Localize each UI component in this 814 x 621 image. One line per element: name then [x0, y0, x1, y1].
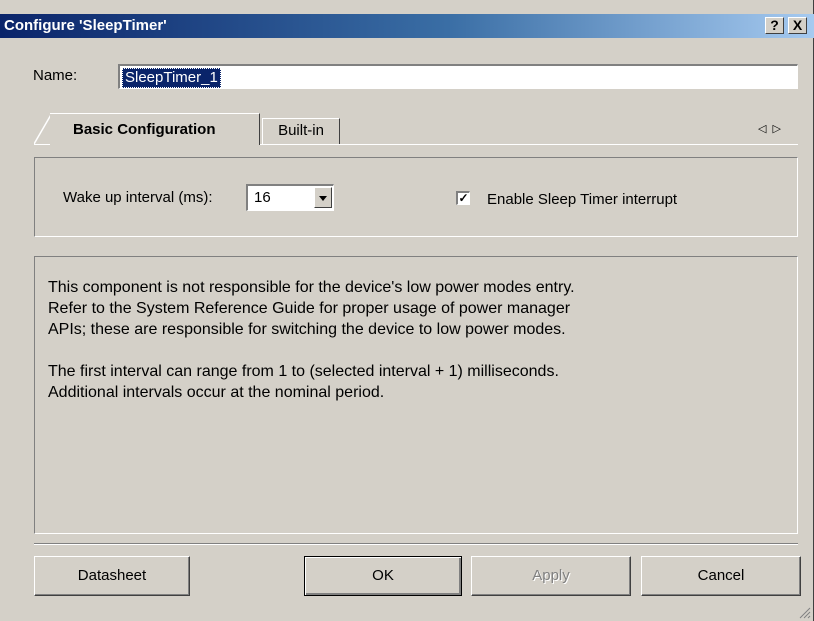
interrupt-checkbox[interactable]: ✓ [456, 191, 470, 205]
button-separator [34, 543, 798, 545]
title-bar[interactable]: Configure 'SleepTimer' ? X [0, 14, 814, 38]
datasheet-button[interactable]: Datasheet [34, 556, 190, 596]
configure-dialog: Configure 'SleepTimer' ? X Name: SleepTi… [0, 0, 814, 621]
resize-grip-icon[interactable] [799, 607, 811, 619]
name-label: Name: [33, 67, 78, 84]
tab-built-in[interactable]: Built-in [262, 118, 340, 144]
interrupt-checkbox-label[interactable]: Enable Sleep Timer interrupt [487, 191, 677, 208]
tab-scroll-arrows: ◁▷ [758, 122, 787, 135]
help-button[interactable]: ? [765, 17, 784, 34]
close-button[interactable]: X [788, 17, 807, 34]
tab-basic-configuration-label: Basic Configuration [73, 121, 216, 138]
description-paragraph-2: The first interval can range from 1 to (… [48, 363, 559, 401]
wake-interval-select[interactable]: 16 [246, 184, 334, 211]
wake-interval-value: 16 [254, 189, 271, 206]
description-paragraph-1: This component is not responsible for th… [48, 279, 575, 338]
description-text: This component is not responsible for th… [48, 277, 575, 424]
ok-button[interactable]: OK [304, 556, 462, 596]
name-field[interactable]: SleepTimer_1 [118, 64, 798, 89]
apply-button[interactable]: Apply [471, 556, 631, 596]
cancel-button[interactable]: Cancel [641, 556, 801, 596]
chevron-down-icon[interactable] [314, 187, 332, 208]
tab-scroll-left-icon[interactable]: ◁ [758, 123, 772, 135]
wake-interval-label: Wake up interval (ms): [63, 189, 213, 206]
window-title: Configure 'SleepTimer' [4, 17, 167, 34]
tab-scroll-right-icon[interactable]: ▷ [772, 123, 786, 135]
name-field-value: SleepTimer_1 [122, 68, 221, 88]
